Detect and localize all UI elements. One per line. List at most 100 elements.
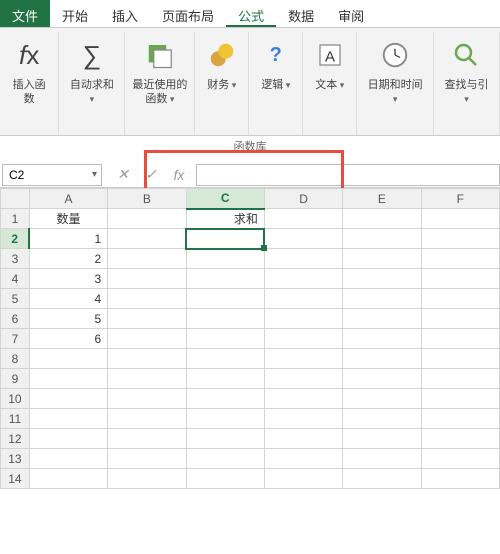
row-header-4[interactable]: 4 xyxy=(1,269,30,289)
cell-C4[interactable] xyxy=(186,269,264,289)
tab-home[interactable]: 开始 xyxy=(50,0,100,27)
row-header-5[interactable]: 5 xyxy=(1,289,30,309)
cell[interactable] xyxy=(29,409,107,429)
cell[interactable] xyxy=(186,429,264,449)
cell-A6[interactable]: 5 xyxy=(29,309,107,329)
tab-file[interactable]: 文件 xyxy=(0,0,50,27)
cell[interactable] xyxy=(421,429,499,449)
cell-D4[interactable] xyxy=(264,269,342,289)
cell-A5[interactable]: 4 xyxy=(29,289,107,309)
cell-E6[interactable] xyxy=(343,309,421,329)
row-header-14[interactable]: 14 xyxy=(1,469,30,489)
tab-page-layout[interactable]: 页面布局 xyxy=(150,0,226,27)
cell[interactable] xyxy=(343,369,421,389)
cell[interactable] xyxy=(421,369,499,389)
row-header-11[interactable]: 11 xyxy=(1,409,30,429)
row-header-3[interactable]: 3 xyxy=(1,249,30,269)
cell[interactable] xyxy=(264,389,342,409)
cell[interactable] xyxy=(264,449,342,469)
cell-B7[interactable] xyxy=(108,329,186,349)
cell-C2[interactable] xyxy=(186,229,264,249)
cell-D3[interactable] xyxy=(264,249,342,269)
cell-D2[interactable] xyxy=(264,229,342,249)
row-header-9[interactable]: 9 xyxy=(1,369,30,389)
cell-A4[interactable]: 3 xyxy=(29,269,107,289)
col-header-A[interactable]: A xyxy=(29,189,107,209)
cell[interactable] xyxy=(264,349,342,369)
cell[interactable] xyxy=(29,469,107,489)
cell[interactable] xyxy=(343,469,421,489)
cell[interactable] xyxy=(186,469,264,489)
cell-F5[interactable] xyxy=(421,289,499,309)
cell-C3[interactable] xyxy=(186,249,264,269)
row-header-2[interactable]: 2 xyxy=(1,229,30,249)
cell[interactable] xyxy=(343,389,421,409)
tab-data[interactable]: 数据 xyxy=(276,0,326,27)
cell[interactable] xyxy=(186,409,264,429)
cell[interactable] xyxy=(343,449,421,469)
cell[interactable] xyxy=(29,429,107,449)
row-header-10[interactable]: 10 xyxy=(1,389,30,409)
cell[interactable] xyxy=(343,429,421,449)
row-header-7[interactable]: 7 xyxy=(1,329,30,349)
cell-F2[interactable] xyxy=(421,229,499,249)
cell-A2[interactable]: 1 xyxy=(29,229,107,249)
cell-F7[interactable] xyxy=(421,329,499,349)
select-all-corner[interactable] xyxy=(1,189,30,209)
cell-A3[interactable]: 2 xyxy=(29,249,107,269)
enter-button[interactable]: ✓ xyxy=(142,166,160,183)
fx-button[interactable]: fx xyxy=(170,167,188,183)
cell-F1[interactable] xyxy=(421,209,499,229)
col-header-F[interactable]: F xyxy=(421,189,499,209)
cell[interactable] xyxy=(108,389,186,409)
cell[interactable] xyxy=(264,429,342,449)
row-header-13[interactable]: 13 xyxy=(1,449,30,469)
group-text[interactable]: A 文本 xyxy=(303,32,357,135)
cell-B5[interactable] xyxy=(108,289,186,309)
group-logical[interactable]: ? 逻辑 xyxy=(249,32,303,135)
cell[interactable] xyxy=(186,389,264,409)
cell-C1[interactable]: 求和 xyxy=(186,209,264,229)
group-insert-function[interactable]: fx 插入函数 xyxy=(0,32,59,135)
cell[interactable] xyxy=(421,349,499,369)
cell-E2[interactable] xyxy=(343,229,421,249)
cell[interactable] xyxy=(421,409,499,429)
cell-C7[interactable] xyxy=(186,329,264,349)
row-header-8[interactable]: 8 xyxy=(1,349,30,369)
cell[interactable] xyxy=(108,449,186,469)
cell-C5[interactable] xyxy=(186,289,264,309)
cell[interactable] xyxy=(29,389,107,409)
group-lookup[interactable]: 查找与引 xyxy=(434,32,500,135)
cell-B4[interactable] xyxy=(108,269,186,289)
tab-review[interactable]: 审阅 xyxy=(326,0,376,27)
cell-E1[interactable] xyxy=(343,209,421,229)
cell[interactable] xyxy=(108,469,186,489)
cell[interactable] xyxy=(108,349,186,369)
row-header-1[interactable]: 1 xyxy=(1,209,30,229)
cell[interactable] xyxy=(343,409,421,429)
cell[interactable] xyxy=(108,429,186,449)
cell[interactable] xyxy=(186,449,264,469)
cell-F3[interactable] xyxy=(421,249,499,269)
cell[interactable] xyxy=(264,469,342,489)
cell-F6[interactable] xyxy=(421,309,499,329)
tab-formulas[interactable]: 公式 xyxy=(226,0,276,27)
group-autosum[interactable]: ∑ 自动求和 xyxy=(59,32,125,135)
cancel-button[interactable]: ✕ xyxy=(114,166,132,183)
group-datetime[interactable]: 日期和时间 xyxy=(357,32,434,135)
cell-A1[interactable]: 数量 xyxy=(29,209,107,229)
cell[interactable] xyxy=(29,349,107,369)
cell-E7[interactable] xyxy=(343,329,421,349)
cell[interactable] xyxy=(421,449,499,469)
cell-D6[interactable] xyxy=(264,309,342,329)
cell[interactable] xyxy=(108,409,186,429)
cell-E3[interactable] xyxy=(343,249,421,269)
cell-D5[interactable] xyxy=(264,289,342,309)
cell[interactable] xyxy=(421,389,499,409)
name-box-dropdown-icon[interactable]: ▾ xyxy=(92,169,97,180)
col-header-C[interactable]: C xyxy=(186,189,264,209)
cell-E5[interactable] xyxy=(343,289,421,309)
cell[interactable] xyxy=(264,409,342,429)
formula-input[interactable] xyxy=(196,164,500,186)
group-recently-used[interactable]: 最近使用的 函数 xyxy=(125,32,195,135)
